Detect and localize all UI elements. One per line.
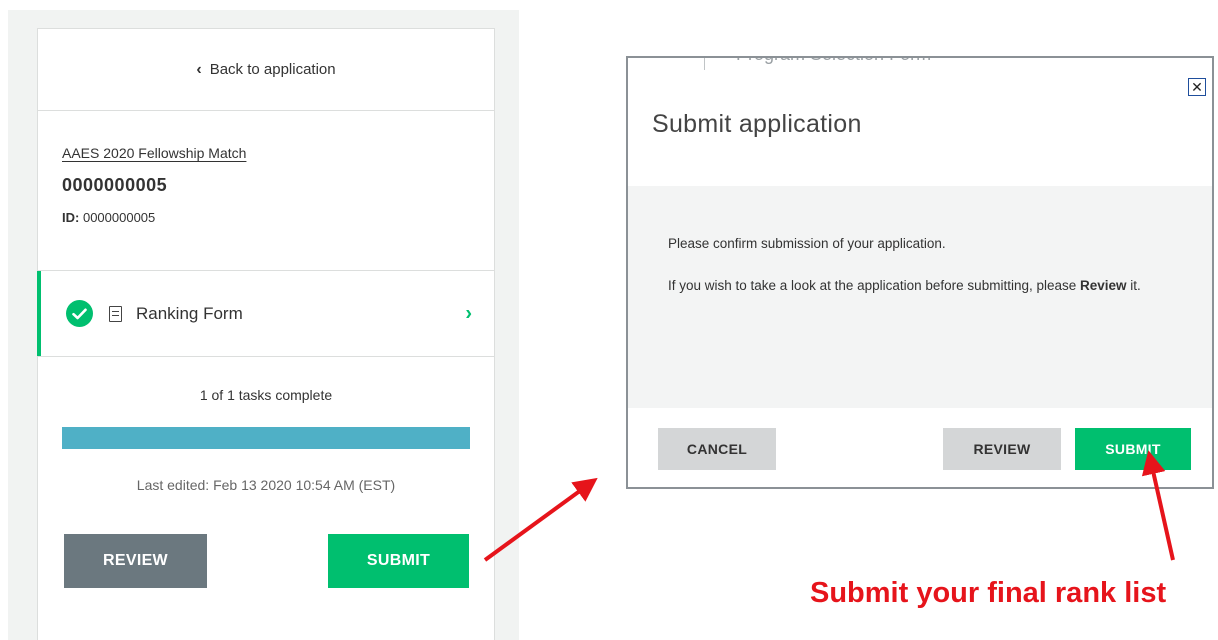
submit-button[interactable]: SUBMIT bbox=[328, 534, 469, 588]
cancel-button[interactable]: CANCEL bbox=[658, 428, 776, 470]
review-hint: If you wish to take a look at the applic… bbox=[668, 274, 1212, 298]
modal-footer: CANCEL REVIEW SUBMIT bbox=[628, 408, 1212, 487]
chevron-left-icon: ‹ bbox=[196, 60, 202, 78]
submit-application-modal: Program Selection Form ✕ Submit applicat… bbox=[626, 56, 1214, 489]
check-circle-icon bbox=[66, 300, 93, 327]
review-hint-bold: Review bbox=[1080, 277, 1127, 293]
modal-review-button[interactable]: REVIEW bbox=[943, 428, 1061, 470]
close-icon[interactable]: ✕ bbox=[1188, 78, 1206, 96]
modal-submit-button[interactable]: SUBMIT bbox=[1075, 428, 1191, 470]
review-button[interactable]: REVIEW bbox=[64, 534, 207, 588]
application-info: AAES 2020 Fellowship Match 0000000005 ID… bbox=[38, 111, 494, 271]
modal-title: Submit application bbox=[652, 110, 862, 138]
review-hint-suffix: it. bbox=[1126, 277, 1141, 293]
confirm-message: Please confirm submission of your applic… bbox=[668, 236, 946, 251]
id-value: 0000000005 bbox=[82, 210, 156, 225]
background-divider bbox=[704, 58, 705, 70]
application-sidebar: ‹ Back to application AAES 2020 Fellowsh… bbox=[37, 28, 495, 640]
last-edited-text: Last edited: Feb 13 2020 10:54 AM (EST) bbox=[136, 477, 396, 493]
review-hint-prefix: If you wish to take a look at the applic… bbox=[668, 277, 1080, 293]
applicant-id: ID: 0000000005 bbox=[62, 210, 494, 225]
applicant-number: 0000000005 bbox=[62, 175, 168, 195]
id-label: ID: bbox=[62, 210, 80, 225]
task-label: Ranking Form bbox=[136, 303, 243, 323]
match-name-link[interactable]: AAES 2020 Fellowship Match bbox=[62, 145, 494, 161]
modal-body: Please confirm submission of your applic… bbox=[628, 186, 1212, 408]
progress-bar-fill bbox=[62, 427, 470, 449]
progress-text: 1 of 1 tasks complete bbox=[199, 387, 333, 403]
background-form-title: Program Selection Form bbox=[736, 58, 931, 65]
document-icon bbox=[109, 305, 122, 322]
back-to-application-link[interactable]: ‹ Back to application bbox=[38, 29, 494, 111]
back-link-label: Back to application bbox=[209, 61, 336, 78]
chevron-right-icon: › bbox=[465, 302, 472, 324]
task-active-accent bbox=[37, 271, 41, 356]
progress-bar bbox=[62, 427, 470, 449]
annotation-callout: Submit your final rank list bbox=[810, 577, 1167, 609]
task-item-ranking-form[interactable]: Ranking Form › bbox=[37, 271, 494, 357]
